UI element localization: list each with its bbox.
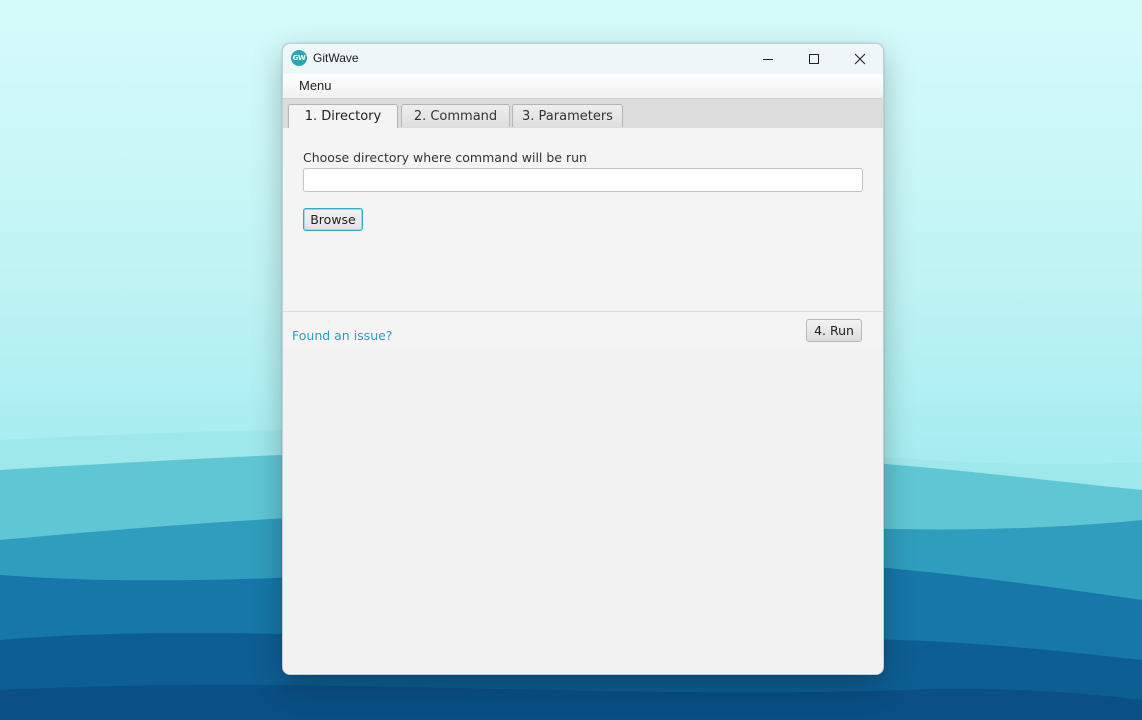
maximize-button[interactable] bbox=[791, 44, 837, 74]
directory-label: Choose directory where command will be r… bbox=[303, 150, 587, 165]
maximize-icon bbox=[809, 54, 819, 64]
directory-panel: Choose directory where command will be r… bbox=[283, 128, 883, 312]
close-icon bbox=[854, 53, 866, 65]
window-title: GitWave bbox=[313, 51, 359, 65]
tab-directory[interactable]: 1. Directory bbox=[288, 104, 398, 128]
directory-input[interactable] bbox=[303, 168, 863, 192]
tab-parameters[interactable]: 3. Parameters bbox=[512, 104, 623, 127]
found-issue-link[interactable]: Found an issue? bbox=[292, 328, 392, 343]
tab-command[interactable]: 2. Command bbox=[401, 104, 510, 127]
close-button[interactable] bbox=[837, 44, 883, 74]
action-bar: Found an issue? 4. Run bbox=[283, 311, 883, 350]
browse-button[interactable]: Browse bbox=[303, 208, 363, 231]
minimize-icon bbox=[763, 59, 773, 60]
output-area bbox=[283, 349, 883, 674]
run-button[interactable]: 4. Run bbox=[806, 319, 862, 342]
menu-bar: Menu bbox=[283, 74, 883, 99]
menu-item-menu[interactable]: Menu bbox=[291, 78, 340, 93]
app-logo-icon: GW bbox=[291, 50, 307, 66]
minimize-button[interactable] bbox=[745, 44, 791, 74]
tab-strip: 1. Directory 2. Command 3. Parameters bbox=[283, 99, 883, 129]
title-bar[interactable]: GW GitWave bbox=[283, 44, 883, 74]
app-window: GW GitWave Menu 1. Directory 2. Command … bbox=[282, 43, 884, 675]
